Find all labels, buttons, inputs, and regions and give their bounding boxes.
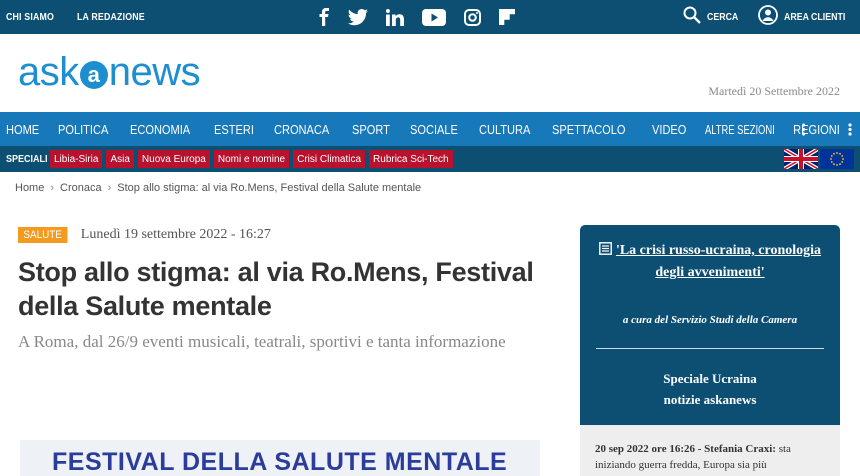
social-links <box>318 0 515 34</box>
top-links: CHI SIAMO LA REDAZIONE <box>6 0 154 34</box>
crisi-link-text: 'La crisi russo-ucraina, cronologia degl… <box>615 243 822 280</box>
la-redazione-link[interactable]: LA REDAZIONE <box>77 12 145 23</box>
flipboard-icon[interactable] <box>499 9 515 25</box>
publish-date: Lunedì 19 settembre 2022 - 16:27 <box>80 227 271 242</box>
speciale-line2: notizie askanews <box>663 392 757 407</box>
article-meta: SALUTE Lunedì 19 settembre 2022 - 16:27 <box>18 225 538 245</box>
askanews-logo[interactable]: ask a news <box>18 50 201 94</box>
nav-item-sociale[interactable]: SOCIALE <box>410 122 458 137</box>
tag-nomi-e-nomine[interactable]: Nomi e nomine <box>213 150 290 168</box>
speciale-ucraina-link[interactable]: Speciale Ucraina notizie askanews <box>592 368 828 410</box>
chevron-right-icon: › <box>50 182 55 194</box>
speciali-label: SPECIALI <box>6 153 48 165</box>
article-subtitle: A Roma, dal 26/9 eventi musicali, teatra… <box>18 332 506 351</box>
nav-item-esteri[interactable]: ESTERI <box>214 122 254 137</box>
regioni-label: REGIONI <box>793 121 840 137</box>
tag-libia-siria[interactable]: Libia-Siria <box>50 150 103 168</box>
area-clienti-label[interactable]: AREA CLIENTI <box>784 12 845 23</box>
logo-text-ask: ask <box>18 50 79 94</box>
article-title: Stop allo stigma: al via Ro.Mens, Festiv… <box>18 257 534 321</box>
facebook-icon[interactable] <box>318 8 330 26</box>
logo-text-news: news <box>108 50 201 94</box>
linkedin-icon[interactable] <box>386 8 404 26</box>
tag-rubrica-sci-tech[interactable]: Rubrica Sci-Tech <box>369 150 453 168</box>
user-icon[interactable] <box>758 4 779 30</box>
nav-item-spettacolo[interactable]: SPETTACOLO <box>552 122 625 137</box>
nav-item-sport[interactable]: SPORT <box>352 122 390 137</box>
nav-item-home[interactable]: HOME <box>6 122 39 137</box>
nav-item-politica[interactable]: POLITICA <box>58 122 108 137</box>
breadcrumb: Home › Cronaca › Stop allo stigma: al vi… <box>15 182 421 194</box>
speciali-tags: Libia-Siria Asia Nuova Europa Nomi e nom… <box>50 150 453 168</box>
crisi-link[interactable]: 'La crisi russo-ucraina, cronologia degl… <box>592 240 828 284</box>
news-ticker[interactable]: 20 sep 2022 ore 16:26 - Stefania Craxi: … <box>580 425 840 476</box>
article-image-text: FESTIVAL DELLA SALUTE MENTALE <box>52 448 508 476</box>
tag-asia[interactable]: Asia <box>106 150 134 168</box>
article-image: FESTIVAL DELLA SALUTE MENTALE <box>20 440 540 476</box>
search-icon[interactable] <box>683 6 701 29</box>
twitter-icon[interactable] <box>348 8 368 26</box>
nav-item-video[interactable]: VIDEO <box>652 122 686 137</box>
altre-sezioni-label: ALTRE SEZIONI <box>705 121 776 137</box>
search-label[interactable]: CERCA <box>707 12 738 23</box>
breadcrumb-section[interactable]: Cronaca <box>60 182 102 194</box>
tag-crisi-climatica[interactable]: Crisi Climatica <box>293 150 366 168</box>
nav-item-cronaca[interactable]: CRONACA <box>274 122 329 137</box>
site-header: ask a news Martedì 20 Settembre 2022 <box>0 34 860 112</box>
breadcrumb-home[interactable]: Home <box>15 182 44 194</box>
header-date: Martedì 20 Settembre 2022 <box>708 84 840 98</box>
sidebar-ukraine-box: 'La crisi russo-ucraina, cronologia degl… <box>580 225 840 425</box>
cura-text: a cura del Servizio Studi della Camera <box>622 314 798 326</box>
category-badge[interactable]: SALUTE <box>18 227 68 243</box>
main-nav: HOME POLITICA ECONOMIA ESTERI CRONACA SP… <box>0 112 860 146</box>
youtube-icon[interactable] <box>422 8 446 26</box>
main-nav-items: HOME POLITICA ECONOMIA ESTERI CRONACA SP… <box>6 112 836 146</box>
eu-flag-icon[interactable] <box>820 149 854 169</box>
logo-a-badge: a <box>79 61 108 89</box>
breadcrumb-current: Stop allo stigma: al via Ro.Mens, Festiv… <box>117 182 422 194</box>
divider <box>596 348 824 349</box>
regioni-menu[interactable]: REGIONI <box>789 112 852 146</box>
instagram-icon[interactable] <box>464 8 481 26</box>
news-meta: 20 sep 2022 ore 16:26 - Stefania Craxi: <box>595 443 776 455</box>
article-header: SALUTE Lunedì 19 settembre 2022 - 16:27 … <box>18 225 538 353</box>
top-bar: CHI SIAMO LA REDAZIONE CERCA AREA CLIENT <box>0 0 860 34</box>
top-tools: CERCA AREA CLIENTI <box>683 0 854 34</box>
chevron-right-icon: › <box>107 182 112 194</box>
uk-flag-icon[interactable] <box>784 149 818 169</box>
speciali-bar: SPECIALI Libia-Siria Asia Nuova Europa N… <box>0 146 860 172</box>
nav-item-economia[interactable]: ECONOMIA <box>130 122 190 137</box>
nav-item-cultura[interactable]: CULTURA <box>479 122 530 137</box>
language-flags <box>784 149 854 169</box>
tag-nuova-europa[interactable]: Nuova Europa <box>137 150 210 168</box>
chi-siamo-link[interactable]: CHI SIAMO <box>6 12 54 23</box>
document-icon <box>599 242 612 255</box>
speciale-line1: Speciale Ucraina <box>663 371 757 386</box>
more-vertical-icon <box>848 122 852 136</box>
